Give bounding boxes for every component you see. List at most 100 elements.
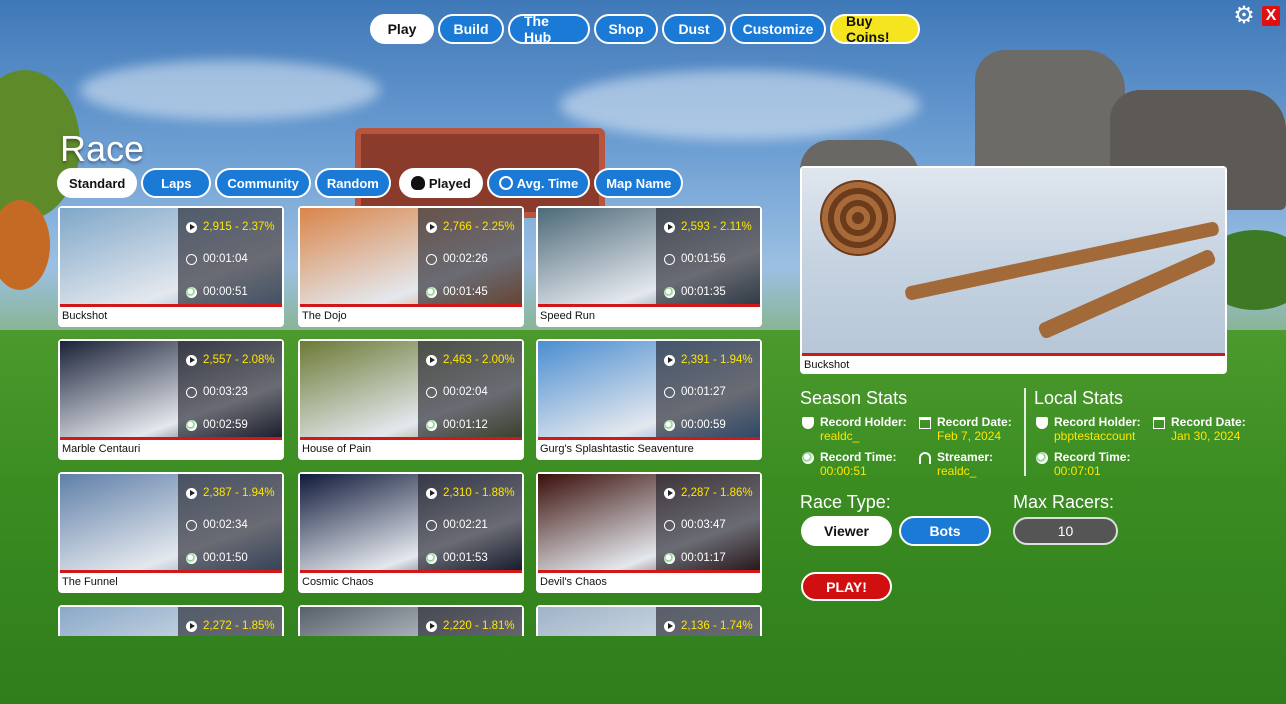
track-thumbnail: 2,387 - 1.94% 00:02:34 00:01:50 — [60, 474, 282, 573]
preview-image — [802, 168, 1225, 356]
stat-value: Feb 7, 2024 — [937, 429, 1002, 443]
track-record-time: 00:01:12 — [443, 419, 488, 431]
plays-icon — [186, 487, 197, 499]
clock-icon — [186, 386, 197, 398]
race-type-bots-button[interactable]: Bots — [899, 516, 991, 546]
filter-laps[interactable]: Laps — [141, 168, 212, 198]
local-record-time: Record Time: 00:07:01 — [1036, 450, 1130, 478]
track-stat-row: 2,915 - 2.37% — [186, 221, 275, 233]
track-plays: 2,391 - 1.94% — [681, 354, 753, 366]
filter-community[interactable]: Community — [215, 168, 311, 198]
track-plays: 2,310 - 1.88% — [443, 487, 515, 499]
stat-value: Jan 30, 2024 — [1171, 429, 1241, 443]
world-record-icon — [664, 286, 675, 298]
world-record-icon — [426, 419, 437, 431]
buy-coins-button[interactable]: Buy Coins! — [830, 13, 920, 45]
track-name: The Funnel — [62, 576, 118, 588]
filter-standard[interactable]: Standard — [57, 168, 138, 198]
track-card[interactable]: 2,915 - 2.37% 00:01:04 00:00:51 Buckshot — [58, 206, 284, 327]
nav-build-button[interactable]: Build — [438, 14, 504, 44]
world-record-icon — [426, 552, 437, 564]
plays-icon — [664, 620, 675, 632]
track-card[interactable]: 2,463 - 2.00% 00:02:04 00:01:12 House of Pa… — [298, 339, 524, 460]
track-plays: 2,915 - 2.37% — [203, 221, 275, 233]
track-stat-row: 00:01:04 — [186, 253, 248, 265]
track-stat-row: 2,766 - 2.25% — [426, 221, 515, 233]
track-card[interactable]: 2,220 - 1.81% — [298, 605, 524, 636]
clock-icon — [426, 519, 437, 531]
track-avg-time: 00:03:23 — [203, 386, 248, 398]
stat-label: Record Time: — [1054, 450, 1131, 464]
plays-icon — [426, 354, 437, 366]
preview-name: Buckshot — [804, 359, 850, 371]
track-card[interactable]: 2,391 - 1.94% 00:01:27 00:00:59 Gurg's Spla… — [536, 339, 762, 460]
track-plays: 2,287 - 1.86% — [681, 487, 753, 499]
gear-icon[interactable]: ⚙ — [1232, 4, 1256, 28]
filter-label: Community — [227, 175, 299, 191]
nav-hub-button[interactable]: The Hub — [508, 13, 590, 45]
track-stat-row: 00:03:47 — [664, 519, 726, 531]
track-stat-row: 00:01:17 — [664, 552, 726, 564]
track-avg-time: 00:01:04 — [203, 253, 248, 265]
track-card[interactable]: 2,557 - 2.08% 00:03:23 00:02:59 Marble Cent… — [58, 339, 284, 460]
filter-label: Map Name — [606, 175, 672, 191]
track-record-time: 00:01:45 — [443, 286, 488, 298]
track-plays: 2,220 - 1.81% — [443, 620, 515, 632]
filter-played[interactable]: Played — [398, 168, 483, 198]
track-name: Cosmic Chaos — [302, 576, 374, 588]
max-racers-input[interactable]: 10 — [1013, 517, 1118, 545]
track-stats-panel: 2,557 - 2.08% 00:03:23 00:02:59 — [178, 341, 282, 437]
track-stat-row: 2,387 - 1.94% — [186, 487, 275, 499]
track-avg-time: 00:02:21 — [443, 519, 488, 531]
track-thumbnail: 2,136 - 1.74% — [538, 607, 760, 636]
close-button[interactable]: X — [1262, 6, 1280, 26]
track-grid: 2,915 - 2.37% 00:01:04 00:00:51 Buckshot 2,7… — [58, 206, 764, 636]
nav-shop-button[interactable]: Shop — [594, 14, 658, 44]
track-stat-row: 00:03:23 — [186, 386, 248, 398]
track-card[interactable]: 2,387 - 1.94% 00:02:34 00:01:50 The Funnel — [58, 472, 284, 593]
filter-map-name[interactable]: Map Name — [594, 168, 684, 198]
plays-icon — [426, 487, 437, 499]
track-card[interactable]: 2,287 - 1.86% 00:03:47 00:01:17 Devil's Cha… — [536, 472, 762, 593]
filter-random[interactable]: Random — [314, 168, 391, 198]
clock-icon — [498, 176, 513, 190]
track-stat-row: 2,272 - 1.85% — [186, 620, 275, 632]
track-stat-row: 2,391 - 1.94% — [664, 354, 753, 366]
track-plays: 2,593 - 2.11% — [681, 221, 752, 233]
nav-dust-button[interactable]: Dust — [662, 14, 726, 44]
track-card[interactable]: 2,272 - 1.85% — [58, 605, 284, 636]
clock-icon — [186, 253, 197, 265]
page-title: Race — [60, 128, 145, 169]
track-card[interactable]: 2,136 - 1.74% — [536, 605, 762, 636]
track-avg-time: 00:01:56 — [681, 253, 726, 265]
world-record-icon — [664, 552, 675, 564]
track-card[interactable]: 2,310 - 1.88% 00:02:21 00:01:53 Cosmic Chao… — [298, 472, 524, 593]
track-stat-row: 00:01:53 — [426, 552, 488, 564]
trophy-icon — [1036, 417, 1048, 429]
track-stat-row: 00:00:59 — [664, 419, 726, 431]
race-type-viewer-button[interactable]: Viewer — [801, 516, 892, 546]
nav-customize-button[interactable]: Customize — [730, 14, 826, 44]
filter-avg-time[interactable]: Avg. Time — [486, 168, 591, 198]
track-stat-row: 00:01:50 — [186, 552, 248, 564]
max-racers-label: Max Racers: — [1013, 492, 1115, 512]
track-thumbnail: 2,310 - 1.88% 00:02:21 00:01:53 — [300, 474, 522, 573]
plays-icon — [186, 354, 197, 366]
track-name: Devil's Chaos — [540, 576, 607, 588]
track-stats-panel: 2,766 - 2.25% 00:02:26 00:01:45 — [418, 208, 522, 304]
season-record-holder: Record Holder: realdc_ — [802, 415, 907, 443]
stat-value: pbptestaccount — [1054, 429, 1136, 443]
filter-label: Played — [428, 175, 471, 191]
track-stat-row: 00:01:35 — [664, 286, 726, 298]
track-avg-time: 00:02:04 — [443, 386, 488, 398]
target-disc-icon — [820, 180, 896, 256]
track-card[interactable]: 2,593 - 2.11% 00:01:56 00:01:35 Speed Run — [536, 206, 762, 327]
track-stat-row: 00:02:21 — [426, 519, 488, 531]
clock-icon — [664, 386, 675, 398]
track-card[interactable]: 2,766 - 2.25% 00:02:26 00:01:45 The Dojo — [298, 206, 524, 327]
world-record-icon — [186, 286, 197, 298]
play-race-button[interactable]: PLAY! — [801, 572, 892, 601]
world-record-icon — [186, 419, 197, 431]
nav-play-button[interactable]: Play — [370, 14, 434, 44]
track-stat-row: 2,287 - 1.86% — [664, 487, 753, 499]
